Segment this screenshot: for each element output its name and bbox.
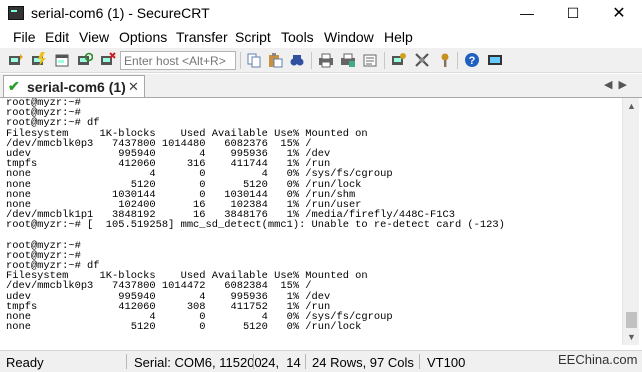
menu-file[interactable]: File <box>13 29 36 45</box>
menu-options[interactable]: Options <box>119 29 167 45</box>
securecrt-app-icon <box>8 6 24 20</box>
status-bar: Ready Serial: COM6, 115200 24, 14 24 Row… <box>0 350 642 372</box>
tab-label: serial-com6 (1) <box>27 79 126 95</box>
enter-host-input[interactable] <box>120 51 236 70</box>
paste-icon[interactable] <box>267 52 283 68</box>
menu-transfer[interactable]: Transfer <box>176 29 228 45</box>
terminal-output[interactable]: root@myzr:~# root@myzr:~# root@myzr:~# df F… <box>4 98 622 345</box>
help-icon[interactable]: ? <box>464 52 480 68</box>
menu-help[interactable]: Help <box>384 29 413 45</box>
about-icon[interactable] <box>487 52 503 68</box>
close-button[interactable]: ✕ <box>596 0 642 27</box>
toolbar-separator <box>457 52 458 69</box>
terminal-line: root@myzr:~# <box>6 239 81 252</box>
title-bar: serial-com6 (1) - SecureCRT — ☐ ✕ <box>0 0 642 27</box>
terminal-line: none 5120 0 5120 0% /run/lock <box>6 321 362 334</box>
tab-serial-com6[interactable]: ✔ serial-com6 (1) ✕ <box>3 75 145 98</box>
connect-icon[interactable] <box>8 52 24 68</box>
reconnect-icon[interactable] <box>77 52 93 68</box>
menu-view[interactable]: View <box>79 29 109 45</box>
copy-icon[interactable] <box>246 52 262 68</box>
scroll-up-arrow-icon[interactable]: ▲ <box>623 98 640 114</box>
menu-bar: File Edit View Options Transfer Script T… <box>0 27 642 48</box>
status-separator <box>419 354 420 369</box>
disconnect-icon[interactable] <box>100 52 116 68</box>
scroll-thumb[interactable] <box>626 312 637 328</box>
minimize-button[interactable]: — <box>504 0 550 27</box>
maximize-button[interactable]: ☐ <box>550 0 596 27</box>
status-rows-cols: 24 Rows, 97 Cols <box>312 355 414 370</box>
toolbar-separator <box>384 52 385 69</box>
terminal-line: none 4 0 4 0% /sys/fs/cgroup <box>6 168 393 181</box>
svg-text:?: ? <box>469 55 476 67</box>
tab-scroll-arrows-icon[interactable]: ◀▶ <box>604 78 633 91</box>
status-ready: Ready <box>6 355 44 370</box>
toolbar-separator <box>240 52 241 69</box>
terminal-line: root@myzr:~# <box>6 98 81 109</box>
vertical-scrollbar[interactable]: ▲ ▼ <box>622 98 639 345</box>
quick-connect-icon[interactable] <box>31 52 47 68</box>
status-emulation: VT100 <box>427 355 466 370</box>
tab-strip: ✔ serial-com6 (1) ✕ ◀▶ <box>0 74 642 98</box>
menu-edit[interactable]: Edit <box>45 29 69 45</box>
keymap-icon[interactable] <box>437 52 453 68</box>
window-title: serial-com6 (1) - SecureCRT <box>31 5 210 21</box>
tab-close-icon[interactable]: ✕ <box>128 79 139 95</box>
status-cursor-position: 24, 14 <box>261 355 301 370</box>
menu-window[interactable]: Window <box>324 29 374 45</box>
toolbar-separator <box>311 52 312 69</box>
status-serial: Serial: COM6, 115200 <box>134 355 262 370</box>
status-separator <box>253 354 254 369</box>
watermark-eechina: EEChina.com <box>558 352 638 367</box>
menu-script[interactable]: Script <box>235 29 271 45</box>
scroll-down-arrow-icon[interactable]: ▼ <box>623 329 640 345</box>
find-icon[interactable] <box>289 52 305 68</box>
status-separator <box>126 354 127 369</box>
status-separator <box>305 354 306 369</box>
terminal-line: root@myzr:~# [ 105.519258] mmc_sd_detect… <box>6 219 505 232</box>
toolbar: ? <box>0 48 642 73</box>
log-icon[interactable] <box>362 52 378 68</box>
print-icon[interactable] <box>318 52 334 68</box>
global-options-icon[interactable] <box>414 52 430 68</box>
menu-tools[interactable]: Tools <box>281 29 314 45</box>
print-setup-icon[interactable] <box>340 52 356 68</box>
connect-in-tab-icon[interactable] <box>54 52 70 68</box>
connected-check-icon: ✔ <box>8 78 20 94</box>
session-options-icon[interactable] <box>391 52 407 68</box>
